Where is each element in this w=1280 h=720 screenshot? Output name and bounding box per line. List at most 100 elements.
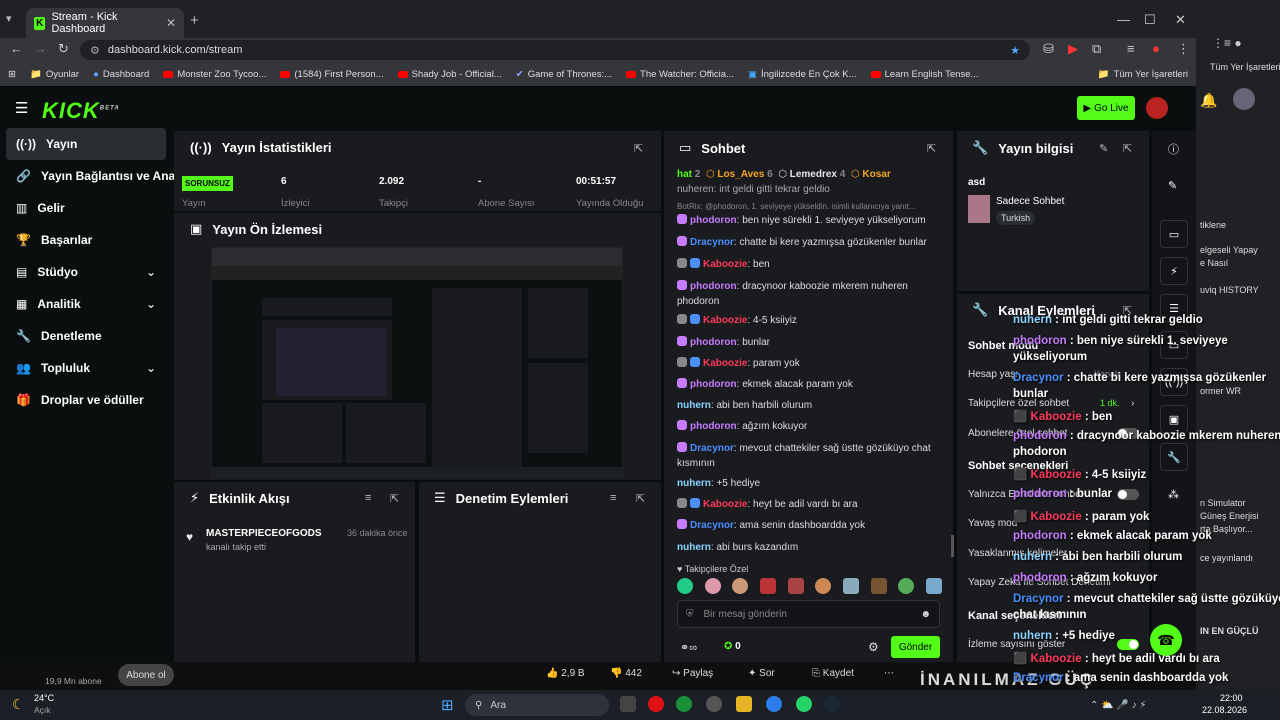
whatsapp-icon[interactable] <box>796 696 812 712</box>
emoji-icon[interactable]: ☻ <box>920 609 931 620</box>
bolt-icon[interactable]: ⚡ <box>1160 257 1188 285</box>
bookmark[interactable]: The Watcher: Officia... <box>626 69 734 80</box>
community-icon[interactable]: ⁂ <box>1168 488 1179 501</box>
channel-points[interactable]: ✪ 0 <box>724 641 741 652</box>
extension-youtube-icon[interactable]: ▶ <box>1068 41 1078 57</box>
stream-tag[interactable]: Turkish <box>996 211 1036 225</box>
connections-icon[interactable]: ⚭∞ <box>680 641 697 654</box>
minimize-icon[interactable]: — <box>1117 12 1130 27</box>
sidebar-item-studio[interactable]: ▤ Stüdyo ⌄ <box>6 256 166 288</box>
stream-preview-video[interactable] <box>211 247 623 478</box>
apps-icon[interactable]: ⊞ <box>8 69 16 80</box>
sidebar-item-community[interactable]: 👥 Topluluk ⌄ <box>6 352 166 384</box>
chat-scrollbar[interactable] <box>951 535 954 557</box>
forward-icon[interactable]: → <box>34 41 47 56</box>
chat-message: Kaboozie: param yok <box>677 356 947 371</box>
popout-icon[interactable]: ⇱ <box>634 142 643 155</box>
bookmark[interactable]: ✔ Game of Thrones:... <box>516 69 612 80</box>
chat-message: nuhern: abi burs kazandım <box>677 542 799 553</box>
popout-icon[interactable]: ⇱ <box>390 492 399 505</box>
xbox-icon[interactable] <box>676 696 692 712</box>
close-tab-icon[interactable]: ✕ <box>166 16 176 30</box>
viewer-count-toggle[interactable] <box>1117 639 1139 650</box>
steam-icon[interactable] <box>824 696 840 712</box>
extensions-icon[interactable]: ⧉ <box>1092 41 1101 57</box>
like-button[interactable]: 👍 2,9 B <box>546 668 585 679</box>
weather-temp[interactable]: 24°C <box>34 693 54 703</box>
notification-icon[interactable]: 🔔 <box>1200 92 1217 109</box>
avatar[interactable] <box>1146 97 1168 119</box>
address-bar[interactable]: ⚙ dashboard.kick.com/stream ★ <box>80 40 1030 60</box>
filter-icon[interactable]: ≡ <box>365 492 371 504</box>
new-tab-icon[interactable]: + <box>190 12 199 29</box>
bookmark[interactable]: Shady Job - Official... <box>397 69 502 80</box>
clock-date[interactable]: 22.08.2026 <box>1202 705 1247 715</box>
ask-button[interactable]: ✦ Sor <box>748 668 775 679</box>
hamburger-menu-icon[interactable]: ☰ <box>15 99 28 117</box>
start-icon[interactable]: ⊞ <box>441 696 454 714</box>
emote-row[interactable] <box>677 578 942 596</box>
taskview-icon[interactable] <box>620 696 636 712</box>
chrome-icon[interactable] <box>766 696 782 712</box>
chat-message: phodoron: dracynoor kaboozie mkerem nuhe… <box>677 280 908 307</box>
go-live-button[interactable]: ▶ Go Live <box>1077 96 1135 120</box>
monitor-icon[interactable]: ▣ <box>1160 405 1188 433</box>
app-icon[interactable] <box>706 696 722 712</box>
sidebar-item-revenue[interactable]: ▥ Gelir <box>6 192 166 224</box>
stream-category[interactable]: Sadece Sohbet <box>996 196 1064 207</box>
popout-icon[interactable]: ⇱ <box>1123 142 1132 155</box>
maximize-icon[interactable]: ☐ <box>1144 12 1156 28</box>
popout-icon[interactable]: ⇱ <box>636 492 645 505</box>
kick-logo[interactable]: KICKBETA <box>42 98 120 124</box>
sidebar-item-moderation[interactable]: 🔧 Denetleme <box>6 320 166 352</box>
share-button[interactable]: ↪ Paylaş <box>672 668 713 679</box>
dislike-button[interactable]: 👎 442 <box>610 668 642 679</box>
opera-icon[interactable] <box>648 696 664 712</box>
explorer-icon[interactable] <box>736 696 752 712</box>
extension-db-icon[interactable]: ⛁ <box>1043 41 1054 57</box>
profile-icon[interactable]: ● <box>1152 41 1160 56</box>
menu-icon[interactable]: ⋮ <box>1177 41 1190 57</box>
tab-search-icon[interactable]: ▾ <box>6 12 12 25</box>
bookmark-star-icon[interactable]: ★ <box>1010 44 1020 57</box>
weather-icon[interactable]: ☾ <box>12 696 25 713</box>
emotes-only-toggle[interactable] <box>1117 489 1139 500</box>
site-info-icon[interactable]: ⚙ <box>90 44 100 57</box>
back-icon[interactable]: ← <box>10 41 23 56</box>
info-icon[interactable]: ⓘ <box>1168 141 1179 157</box>
edit-icon[interactable]: ✎ <box>1099 142 1108 155</box>
bookmark[interactable]: ● Dashboard <box>93 69 149 80</box>
close-window-icon[interactable]: ✕ <box>1175 12 1186 28</box>
sidebar-item-drops[interactable]: 🎁 Droplar ve ödüller <box>6 384 166 416</box>
event-user[interactable]: MASTERPIECEOFGODS <box>206 528 322 539</box>
subscribe-button[interactable]: Abone ol <box>118 664 174 686</box>
chevron-right-icon[interactable]: › <box>1131 398 1134 409</box>
chat-settings-icon[interactable]: ⚙ <box>868 640 879 654</box>
chat-input[interactable]: ⛨ Bir mesaj gönderin ☻ <box>677 600 940 628</box>
bookmark[interactable]: (1584) First Person... <box>280 69 384 80</box>
taskbar-search[interactable]: ⚲ Ara <box>465 694 609 716</box>
more-icon[interactable]: ⋯ <box>884 668 894 679</box>
filter-icon[interactable]: ≡ <box>610 492 616 504</box>
tray-icons[interactable]: ⌃ ⛅ 🎤 ♪ ⚡ <box>1090 700 1146 711</box>
layout-icon[interactable]: ▭ <box>1160 220 1188 248</box>
wrench-icon[interactable]: 🔧 <box>1160 443 1188 471</box>
sidebar-item-stream[interactable]: ((·)) Yayın <box>6 128 166 160</box>
bookmark[interactable]: Monster Zoo Tycoo... <box>163 69 266 80</box>
all-bookmarks[interactable]: 📁 Tüm Yer İşaretleri <box>1098 69 1188 80</box>
bookmark[interactable]: Learn English Tense... <box>870 69 978 80</box>
sidebar-item-stream-key[interactable]: 🔗 Yayın Bağlantısı ve Anahtar <box>6 160 198 192</box>
media-icon[interactable]: ≡ <box>1127 41 1135 56</box>
edit-icon[interactable]: ✎ <box>1168 179 1177 192</box>
save-button[interactable]: ⎘ Kaydet <box>812 668 854 679</box>
reload-icon[interactable]: ↻ <box>58 41 69 57</box>
setting-value[interactable]: 1 dk. <box>1100 398 1120 408</box>
browser-tab[interactable]: K Stream - Kick Dashboard ✕ <box>26 8 184 38</box>
sidebar-item-analytics[interactable]: ▦ Analitik ⌄ <box>6 288 166 320</box>
bookmark[interactable]: ▣ İngilizcede En Çok K... <box>748 69 857 80</box>
sidebar-item-achievements[interactable]: 🏆 Başarılar <box>6 224 166 256</box>
clock-time[interactable]: 22:00 <box>1220 693 1243 703</box>
bookmark-folder[interactable]: 📁 Oyunlar <box>30 69 79 80</box>
popout-icon[interactable]: ⇱ <box>927 142 936 155</box>
send-button[interactable]: Gönder <box>891 636 940 658</box>
